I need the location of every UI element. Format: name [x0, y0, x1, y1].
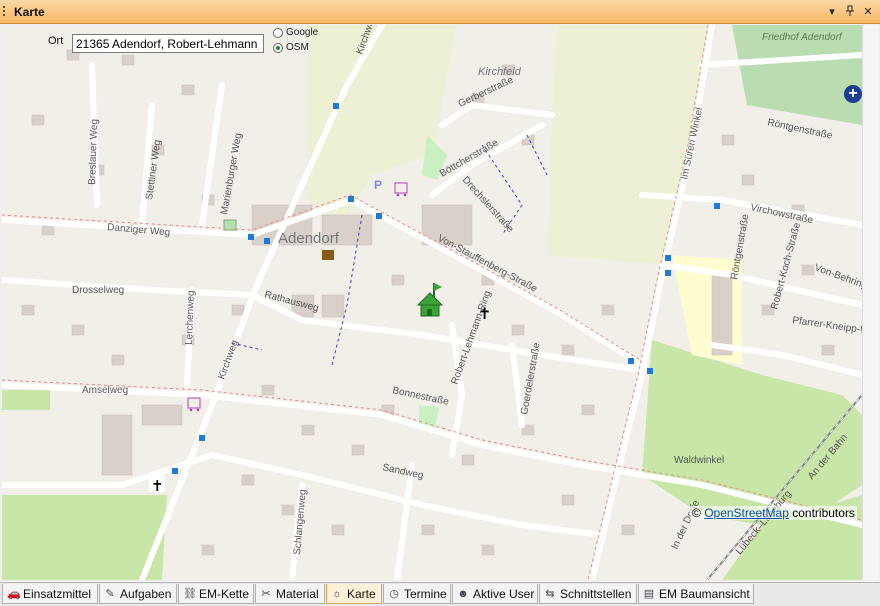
label-waldwinkel: Waldwinkel — [674, 455, 724, 466]
label-lerchen: Lerchenweg — [184, 290, 197, 345]
library-icon — [322, 250, 334, 260]
chain-icon: ⛓ — [183, 588, 197, 600]
map-canvas[interactable]: Kirchweg Breslauer Weg Stettiner Weg Mar… — [2, 25, 862, 580]
window-title: Karte — [14, 5, 45, 19]
label-friedhof: Friedhof Adendorf — [762, 32, 843, 43]
close-icon[interactable]: ✕ — [860, 3, 876, 19]
dropdown-icon[interactable]: ▾ — [824, 3, 840, 19]
label-behring: Von-Behring- — [813, 262, 862, 292]
interfaces-icon: ⇆ — [545, 588, 555, 600]
zoom-in-icon[interactable]: + — [844, 85, 862, 103]
vertical-scrollbar[interactable] — [862, 25, 878, 580]
label-marienburger: Marienburger Weg — [219, 132, 244, 215]
tasks-icon: ✎ — [105, 588, 115, 600]
label-drossel: Drosselweg — [72, 285, 124, 296]
label-virchow: Virchowstraße — [749, 202, 814, 226]
label-breslauer: Breslauer Weg — [87, 119, 100, 185]
material-icon: ✂ — [261, 588, 271, 600]
label-kirchfeld: Kirchfeld — [478, 66, 522, 78]
tab-karte[interactable]: ☼ Karte — [326, 584, 382, 604]
tab-material[interactable]: ✂ Material — [255, 584, 325, 604]
label-stauffenberg: Von-Stauffenberg-Straße — [436, 233, 540, 295]
osm-radio[interactable] — [273, 42, 283, 53]
tree-view-icon: ▤ — [643, 588, 655, 600]
label-bonne: Bonnestraße — [391, 385, 450, 408]
label-schlangen: Schlangenweg — [292, 489, 309, 555]
map-view[interactable]: Kirchweg Breslauer Weg Stettiner Weg Mar… — [2, 25, 862, 580]
parking-icon: P — [374, 178, 382, 192]
source-option-osm[interactable]: OSM — [273, 42, 309, 53]
address-search-input[interactable] — [72, 34, 264, 53]
osm-label: OSM — [286, 42, 309, 53]
school-icon — [223, 219, 237, 231]
label-rontgen1: Röntgenstraße — [766, 117, 833, 142]
tab-einsatzmittel[interactable]: 🚗 Einsatzmittel — [2, 584, 98, 604]
label-danziger: Danziger Weg — [107, 222, 171, 238]
park-area — [2, 495, 167, 580]
label-sand: Sandweg — [381, 462, 424, 481]
shop-icon — [187, 397, 201, 412]
label-rathaus: Rathausweg — [263, 289, 320, 314]
label-boettcher: Böttcherstraße — [438, 137, 501, 180]
vehicle-icon: 🚗 — [7, 588, 21, 600]
tab-aktive-user[interactable]: ☻ Aktive User — [452, 584, 538, 604]
google-label: Google — [286, 27, 319, 38]
church-icon: ✝ — [149, 475, 165, 495]
shop-icon — [394, 182, 408, 197]
church-icon: ✝ — [478, 304, 491, 323]
clock-icon: ◷ — [389, 588, 399, 600]
svg-text:✝: ✝ — [151, 477, 164, 495]
label-kirchweg2: Kirchweg — [216, 339, 240, 381]
drag-grip-icon[interactable] — [3, 6, 5, 18]
label-kneipp: Pfarrer-Kneipp-Weg — [792, 315, 862, 338]
location-marker-icon — [416, 283, 444, 317]
tab-em-baumansicht[interactable]: ▤ EM Baumansicht — [638, 584, 754, 604]
park-area — [2, 390, 50, 410]
map-icon: ☼ — [331, 587, 343, 600]
label-rontgen2: Röntgenstraße — [729, 213, 751, 280]
ort-label: Ort — [48, 35, 64, 47]
label-koch: Robert-Koch-Straße — [769, 221, 803, 311]
tab-aufgaben[interactable]: ✎ Aufgaben — [99, 584, 177, 604]
osm-link[interactable]: OpenStreetMap — [704, 506, 789, 520]
source-option-google[interactable]: Google — [273, 27, 318, 38]
pin-icon[interactable] — [842, 3, 858, 19]
tab-schnittstellen[interactable]: ⇆ Schnittstellen — [539, 584, 637, 604]
label-amsel: Amselweg — [82, 385, 128, 396]
svg-text:✝: ✝ — [478, 304, 491, 323]
users-icon: ☻ — [457, 587, 469, 600]
tab-termine[interactable]: ◷ Termine — [383, 584, 451, 604]
svg-text:P: P — [374, 178, 382, 192]
window-titlebar[interactable]: Karte ▾ ✕ — [0, 0, 880, 24]
bottom-tab-bar: 🚗 Einsatzmittel ✎ Aufgaben ⛓ EM-Kette ✂ Mate… — [0, 582, 880, 606]
label-town: Adendorf — [278, 230, 340, 247]
map-attribution: © OpenStreetMap contributors — [690, 506, 857, 520]
google-radio[interactable] — [273, 27, 283, 38]
tab-em-kette[interactable]: ⛓ EM-Kette — [178, 584, 254, 604]
